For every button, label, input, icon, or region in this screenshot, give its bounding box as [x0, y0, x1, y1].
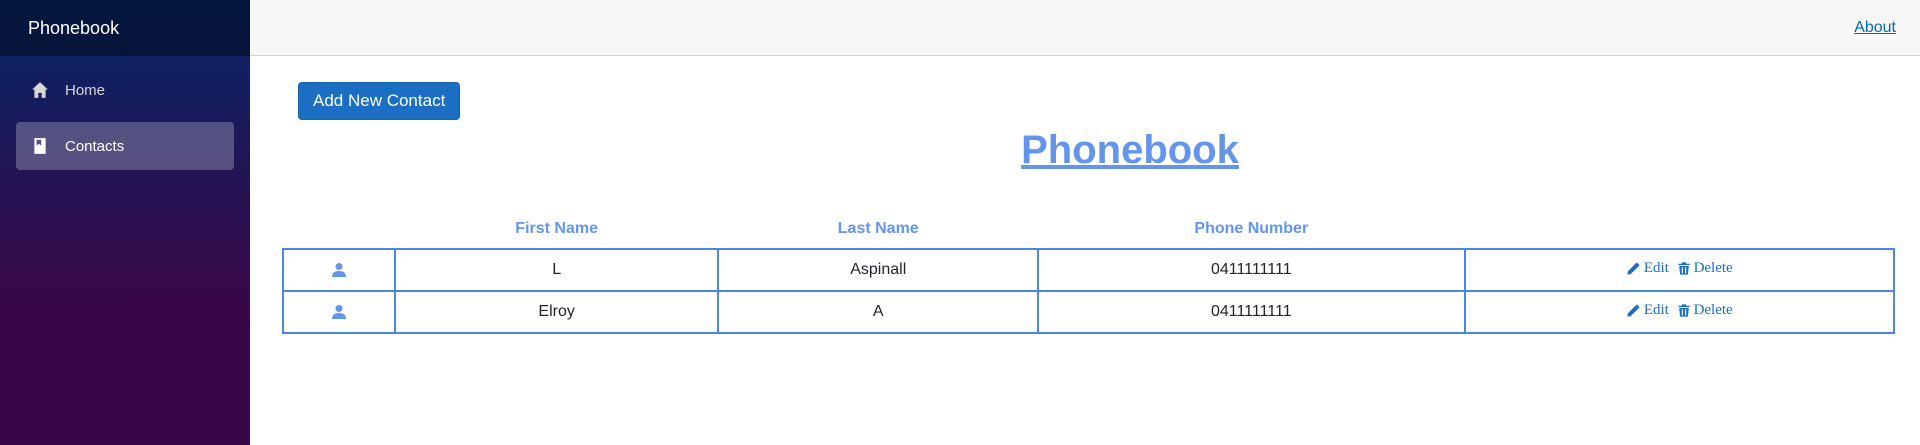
person-icon [331, 261, 347, 278]
contacts-table: First Name Last Name Phone Number L Aspi… [282, 209, 1896, 334]
actions-cell: Edit Delete [1463, 290, 1896, 334]
header-icon-column [283, 209, 395, 249]
person-icon [331, 303, 347, 320]
last-name-cell: Aspinall [717, 248, 1040, 292]
sidebar-item-label: Contacts [65, 137, 125, 155]
top-row: About [250, 0, 1920, 56]
last-name-cell: A [717, 290, 1040, 334]
brand-bar: Phonebook [0, 0, 250, 56]
pencil-icon [1627, 261, 1640, 275]
actions-cell: Edit Delete [1463, 248, 1896, 292]
table-row: Elroy A 0411111111 Edit Delete [282, 290, 1896, 334]
contact-avatar [282, 248, 396, 292]
sidebar-item-label: Home [65, 81, 106, 99]
header-actions [1465, 209, 1894, 249]
delete-button[interactable]: Delete [1677, 302, 1733, 319]
delete-label: Delete [1693, 259, 1733, 276]
about-link[interactable]: About [1854, 19, 1896, 37]
phone-cell: 0411111111 [1037, 290, 1466, 334]
add-new-contact-button[interactable]: Add New Contact [298, 82, 461, 120]
trash-icon [1677, 261, 1690, 275]
header-last-name: Last Name [837, 219, 919, 237]
edit-button[interactable]: Edit [1626, 302, 1669, 319]
edit-label: Edit [1643, 301, 1669, 318]
sidebar: Phonebook Home Contacts [0, 0, 250, 445]
header-phone-number: Phone Number [1194, 219, 1309, 237]
header-first-name: First Name [515, 219, 598, 237]
book-icon [30, 136, 50, 156]
sidebar-nav: Home Contacts [0, 56, 250, 170]
page-title[interactable]: Phonebook [1021, 128, 1239, 173]
delete-label: Delete [1693, 301, 1733, 318]
sidebar-item-home[interactable]: Home [16, 66, 234, 114]
trash-icon [1677, 303, 1690, 317]
delete-button[interactable]: Delete [1677, 260, 1733, 277]
home-icon [30, 80, 50, 100]
edit-label: Edit [1643, 259, 1669, 276]
table-header-row: First Name Last Name Phone Number [283, 209, 1894, 249]
first-name-cell: Elroy [393, 290, 720, 334]
table-row: L Aspinall 0411111111 Edit Delete [282, 248, 1896, 292]
phone-cell: 0411111111 [1037, 248, 1466, 292]
brand-title[interactable]: Phonebook [28, 18, 119, 39]
contact-avatar [282, 290, 396, 334]
main-content: Add New Contact Phonebook First Name Las… [250, 56, 1920, 445]
first-name-cell: L [393, 248, 720, 292]
edit-button[interactable]: Edit [1626, 260, 1669, 277]
sidebar-item-contacts[interactable]: Contacts [16, 122, 234, 170]
page-title-wrap: Phonebook [250, 128, 1920, 173]
pencil-icon [1627, 303, 1640, 317]
